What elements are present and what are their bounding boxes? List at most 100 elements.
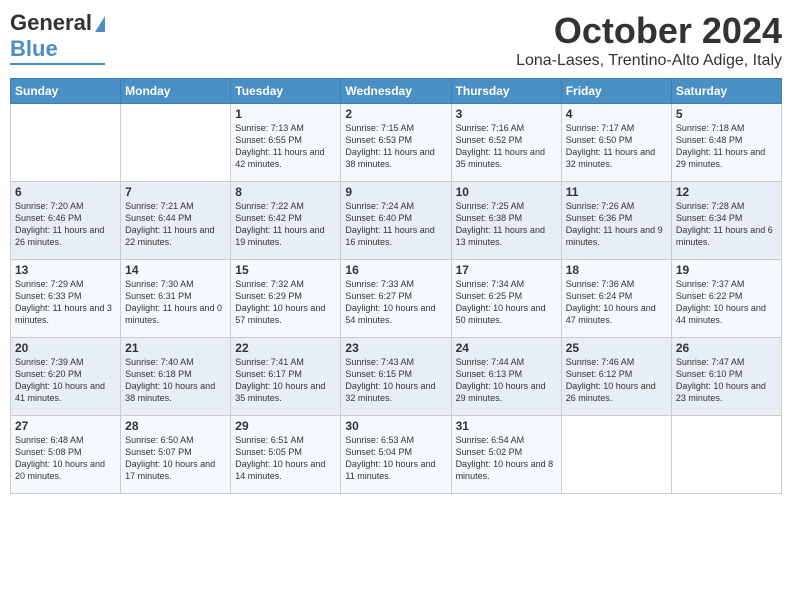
cell-info: Sunrise: 7:43 AM Sunset: 6:15 PM Dayligh… — [345, 356, 446, 405]
logo-general: General — [10, 10, 92, 36]
cell-info: Sunrise: 6:50 AM Sunset: 5:07 PM Dayligh… — [125, 434, 226, 483]
cell-info: Sunrise: 7:36 AM Sunset: 6:24 PM Dayligh… — [566, 278, 667, 327]
table-row: 9Sunrise: 7:24 AM Sunset: 6:40 PM Daylig… — [341, 182, 451, 260]
table-row: 11Sunrise: 7:26 AM Sunset: 6:36 PM Dayli… — [561, 182, 671, 260]
logo: General Blue — [10, 10, 105, 65]
cell-info: Sunrise: 7:41 AM Sunset: 6:17 PM Dayligh… — [235, 356, 336, 405]
table-row — [671, 416, 781, 494]
day-number: 21 — [125, 341, 226, 355]
cell-info: Sunrise: 7:46 AM Sunset: 6:12 PM Dayligh… — [566, 356, 667, 405]
cell-info: Sunrise: 7:32 AM Sunset: 6:29 PM Dayligh… — [235, 278, 336, 327]
day-number: 3 — [456, 107, 557, 121]
table-row: 29Sunrise: 6:51 AM Sunset: 5:05 PM Dayli… — [231, 416, 341, 494]
table-row: 20Sunrise: 7:39 AM Sunset: 6:20 PM Dayli… — [11, 338, 121, 416]
table-row: 31Sunrise: 6:54 AM Sunset: 5:02 PM Dayli… — [451, 416, 561, 494]
col-sunday: Sunday — [11, 79, 121, 104]
table-row: 26Sunrise: 7:47 AM Sunset: 6:10 PM Dayli… — [671, 338, 781, 416]
table-row — [11, 104, 121, 182]
header: General Blue October 2024 Lona-Lases, Tr… — [10, 10, 782, 70]
day-number: 2 — [345, 107, 446, 121]
cell-info: Sunrise: 7:33 AM Sunset: 6:27 PM Dayligh… — [345, 278, 446, 327]
col-monday: Monday — [121, 79, 231, 104]
table-row: 13Sunrise: 7:29 AM Sunset: 6:33 PM Dayli… — [11, 260, 121, 338]
cell-info: Sunrise: 7:28 AM Sunset: 6:34 PM Dayligh… — [676, 200, 777, 249]
day-number: 27 — [15, 419, 116, 433]
cell-info: Sunrise: 7:20 AM Sunset: 6:46 PM Dayligh… — [15, 200, 116, 249]
page: General Blue October 2024 Lona-Lases, Tr… — [0, 0, 792, 504]
table-row — [561, 416, 671, 494]
cell-info: Sunrise: 7:37 AM Sunset: 6:22 PM Dayligh… — [676, 278, 777, 327]
day-number: 26 — [676, 341, 777, 355]
cell-info: Sunrise: 7:24 AM Sunset: 6:40 PM Dayligh… — [345, 200, 446, 249]
table-row: 30Sunrise: 6:53 AM Sunset: 5:04 PM Dayli… — [341, 416, 451, 494]
cell-info: Sunrise: 7:26 AM Sunset: 6:36 PM Dayligh… — [566, 200, 667, 249]
cell-info: Sunrise: 7:44 AM Sunset: 6:13 PM Dayligh… — [456, 356, 557, 405]
table-row: 27Sunrise: 6:48 AM Sunset: 5:08 PM Dayli… — [11, 416, 121, 494]
table-row: 7Sunrise: 7:21 AM Sunset: 6:44 PM Daylig… — [121, 182, 231, 260]
table-row: 6Sunrise: 7:20 AM Sunset: 6:46 PM Daylig… — [11, 182, 121, 260]
cell-info: Sunrise: 6:51 AM Sunset: 5:05 PM Dayligh… — [235, 434, 336, 483]
day-number: 9 — [345, 185, 446, 199]
col-saturday: Saturday — [671, 79, 781, 104]
day-number: 5 — [676, 107, 777, 121]
col-thursday: Thursday — [451, 79, 561, 104]
day-number: 22 — [235, 341, 336, 355]
logo-triangle-icon — [95, 16, 105, 32]
cell-info: Sunrise: 7:15 AM Sunset: 6:53 PM Dayligh… — [345, 122, 446, 171]
table-row: 18Sunrise: 7:36 AM Sunset: 6:24 PM Dayli… — [561, 260, 671, 338]
day-number: 6 — [15, 185, 116, 199]
cell-info: Sunrise: 7:16 AM Sunset: 6:52 PM Dayligh… — [456, 122, 557, 171]
day-number: 30 — [345, 419, 446, 433]
day-number: 8 — [235, 185, 336, 199]
day-number: 13 — [15, 263, 116, 277]
table-row: 12Sunrise: 7:28 AM Sunset: 6:34 PM Dayli… — [671, 182, 781, 260]
cell-info: Sunrise: 7:30 AM Sunset: 6:31 PM Dayligh… — [125, 278, 226, 327]
day-number: 14 — [125, 263, 226, 277]
cell-info: Sunrise: 7:17 AM Sunset: 6:50 PM Dayligh… — [566, 122, 667, 171]
cell-info: Sunrise: 7:47 AM Sunset: 6:10 PM Dayligh… — [676, 356, 777, 405]
day-number: 19 — [676, 263, 777, 277]
day-number: 16 — [345, 263, 446, 277]
table-row: 21Sunrise: 7:40 AM Sunset: 6:18 PM Dayli… — [121, 338, 231, 416]
table-row: 19Sunrise: 7:37 AM Sunset: 6:22 PM Dayli… — [671, 260, 781, 338]
month-title: October 2024 — [516, 10, 782, 52]
location-title: Lona-Lases, Trentino-Alto Adige, Italy — [516, 52, 782, 70]
table-row: 8Sunrise: 7:22 AM Sunset: 6:42 PM Daylig… — [231, 182, 341, 260]
table-row — [121, 104, 231, 182]
day-number: 31 — [456, 419, 557, 433]
table-row: 2Sunrise: 7:15 AM Sunset: 6:53 PM Daylig… — [341, 104, 451, 182]
day-number: 24 — [456, 341, 557, 355]
cell-info: Sunrise: 7:39 AM Sunset: 6:20 PM Dayligh… — [15, 356, 116, 405]
day-number: 20 — [15, 341, 116, 355]
day-number: 11 — [566, 185, 667, 199]
table-row: 15Sunrise: 7:32 AM Sunset: 6:29 PM Dayli… — [231, 260, 341, 338]
day-number: 17 — [456, 263, 557, 277]
day-number: 10 — [456, 185, 557, 199]
cell-info: Sunrise: 6:48 AM Sunset: 5:08 PM Dayligh… — [15, 434, 116, 483]
day-number: 7 — [125, 185, 226, 199]
col-wednesday: Wednesday — [341, 79, 451, 104]
table-row: 14Sunrise: 7:30 AM Sunset: 6:31 PM Dayli… — [121, 260, 231, 338]
cell-info: Sunrise: 7:40 AM Sunset: 6:18 PM Dayligh… — [125, 356, 226, 405]
cell-info: Sunrise: 7:25 AM Sunset: 6:38 PM Dayligh… — [456, 200, 557, 249]
cell-info: Sunrise: 7:18 AM Sunset: 6:48 PM Dayligh… — [676, 122, 777, 171]
day-number: 25 — [566, 341, 667, 355]
cell-info: Sunrise: 7:34 AM Sunset: 6:25 PM Dayligh… — [456, 278, 557, 327]
day-number: 23 — [345, 341, 446, 355]
cell-info: Sunrise: 7:29 AM Sunset: 6:33 PM Dayligh… — [15, 278, 116, 327]
day-number: 15 — [235, 263, 336, 277]
calendar-table: Sunday Monday Tuesday Wednesday Thursday… — [10, 78, 782, 494]
table-row: 10Sunrise: 7:25 AM Sunset: 6:38 PM Dayli… — [451, 182, 561, 260]
day-number: 18 — [566, 263, 667, 277]
day-number: 12 — [676, 185, 777, 199]
logo-blue: Blue — [10, 36, 58, 62]
table-row: 17Sunrise: 7:34 AM Sunset: 6:25 PM Dayli… — [451, 260, 561, 338]
cell-info: Sunrise: 6:54 AM Sunset: 5:02 PM Dayligh… — [456, 434, 557, 483]
day-number: 1 — [235, 107, 336, 121]
table-row: 22Sunrise: 7:41 AM Sunset: 6:17 PM Dayli… — [231, 338, 341, 416]
cell-info: Sunrise: 7:13 AM Sunset: 6:55 PM Dayligh… — [235, 122, 336, 171]
table-row: 24Sunrise: 7:44 AM Sunset: 6:13 PM Dayli… — [451, 338, 561, 416]
cell-info: Sunrise: 6:53 AM Sunset: 5:04 PM Dayligh… — [345, 434, 446, 483]
col-tuesday: Tuesday — [231, 79, 341, 104]
table-row: 5Sunrise: 7:18 AM Sunset: 6:48 PM Daylig… — [671, 104, 781, 182]
